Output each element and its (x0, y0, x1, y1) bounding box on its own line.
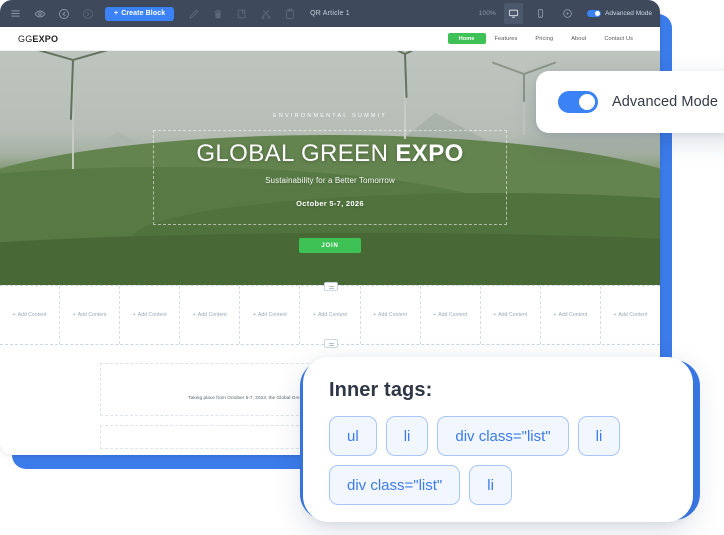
add-content-cell[interactable]: +Add Content (240, 286, 300, 344)
paste-icon[interactable] (282, 6, 297, 21)
row-resize-handle-bottom[interactable] (324, 339, 338, 348)
eye-icon[interactable] (32, 6, 47, 21)
hero-title-bold: EXPO (395, 140, 463, 167)
mobile-icon[interactable] (531, 3, 550, 24)
nav-item-about[interactable]: About (562, 33, 595, 44)
add-content-label: Add Content (619, 312, 648, 318)
plus-icon: + (373, 312, 376, 318)
advanced-mode-toggle[interactable]: Advanced Mode (587, 10, 652, 18)
advanced-mode-switch[interactable] (587, 10, 601, 18)
plus-icon: + (13, 312, 16, 318)
add-content-cell[interactable]: +Add Content (361, 286, 421, 344)
advanced-mode-callout: Advanced Mode (536, 71, 724, 133)
add-content-cell[interactable]: +Add Content (60, 286, 120, 344)
preview-icon[interactable] (558, 3, 577, 24)
nav-item-contact-us[interactable]: Contact Us (595, 33, 642, 44)
nav-item-features[interactable]: Features (486, 33, 527, 44)
plus-icon: + (433, 312, 436, 318)
menu-icon[interactable] (8, 6, 23, 21)
hero-subtitle: Sustainability for a Better Tomorrow (265, 176, 395, 185)
plus-icon: + (193, 312, 196, 318)
plus-icon: + (73, 312, 76, 318)
hero-eyebrow: ENVIRONMENTAL SUMMIT (273, 113, 387, 119)
add-content-cell[interactable]: +Add Content (481, 286, 541, 344)
inner-tags-list: ul li div class="list" li div class="lis… (329, 416, 667, 505)
row-resize-handle-top[interactable] (324, 282, 338, 291)
add-content-label: Add Content (558, 312, 587, 318)
inner-tags-title: Inner tags: (329, 379, 667, 402)
tag-chip[interactable]: li (578, 416, 621, 456)
plus-icon: + (313, 312, 316, 318)
add-content-label: Add Content (498, 312, 527, 318)
add-content-cell[interactable]: +Add Content (421, 286, 481, 344)
hero-title-light: GLOBAL GREEN (196, 140, 395, 167)
add-content-label: Add Content (78, 312, 107, 318)
advanced-mode-label: Advanced Mode (605, 10, 652, 17)
add-content-cell[interactable]: +Add Content (300, 286, 360, 344)
plus-icon: + (553, 312, 556, 318)
nav-item-home[interactable]: Home (448, 33, 486, 44)
join-button[interactable]: JOIN (299, 238, 361, 253)
undo-icon[interactable] (56, 6, 71, 21)
hero-editable-box[interactable]: GLOBAL GREEN EXPO Sustainability for a B… (153, 130, 506, 225)
site-logo[interactable]: GGEXPO (18, 34, 58, 44)
add-content-label: Add Content (138, 312, 167, 318)
add-content-cell[interactable]: +Add Content (120, 286, 180, 344)
tag-chip[interactable]: div class="list" (329, 465, 460, 505)
toolbar-left-group (8, 6, 95, 21)
nav-item-pricing[interactable]: Pricing (526, 33, 562, 44)
logo-light-part: GG (18, 34, 32, 44)
logo-bold-part: EXPO (32, 34, 58, 44)
add-content-cell[interactable]: +Add Content (180, 286, 240, 344)
add-content-cell[interactable]: +Add Content (601, 286, 660, 344)
site-header: GGEXPO Home Features Pricing About Conta… (0, 27, 660, 51)
zoom-level-label[interactable]: 100% (479, 10, 496, 17)
add-content-label: Add Content (378, 312, 407, 318)
redo-icon[interactable] (80, 6, 95, 21)
plus-icon: + (133, 312, 136, 318)
cut-icon[interactable] (258, 6, 273, 21)
copy-icon[interactable] (234, 6, 249, 21)
advanced-mode-callout-switch[interactable] (558, 91, 598, 113)
desktop-icon[interactable] (504, 3, 523, 24)
tag-chip[interactable]: ul (329, 416, 377, 456)
pencil-icon[interactable] (186, 6, 201, 21)
add-content-label: Add Content (198, 312, 227, 318)
tag-chip[interactable]: div class="list" (437, 416, 568, 456)
tag-chip[interactable]: li (386, 416, 429, 456)
trash-icon[interactable] (210, 6, 225, 21)
create-block-button[interactable]: + Create Block (105, 7, 174, 21)
add-content-cell[interactable]: +Add Content (541, 286, 601, 344)
plus-icon: + (253, 312, 256, 318)
editor-toolbar: + Create Block QR Article 1 100% (0, 0, 660, 27)
inner-tags-callout: Inner tags: ul li div class="list" li di… (303, 357, 693, 522)
toolbar-tools-group (186, 6, 297, 21)
add-content-label: Add Content (438, 312, 467, 318)
create-block-plus-icon: + (114, 10, 118, 17)
site-nav: Home Features Pricing About Contact Us (448, 33, 642, 44)
create-block-label: Create Block (121, 10, 165, 17)
tag-chip[interactable]: li (469, 465, 512, 505)
toolbar-right-group: 100% Advanced Mode (479, 3, 652, 24)
hero-date: October 5-7, 2026 (296, 199, 364, 208)
add-content-label: Add Content (18, 312, 47, 318)
add-content-grid-row: +Add Content +Add Content +Add Content +… (0, 285, 660, 345)
add-content-label: Add Content (318, 312, 347, 318)
add-content-cell[interactable]: +Add Content (0, 286, 60, 344)
advanced-mode-callout-label: Advanced Mode (612, 94, 718, 110)
plus-icon: + (614, 312, 617, 318)
plus-icon: + (493, 312, 496, 318)
add-content-label: Add Content (258, 312, 287, 318)
hero-title: GLOBAL GREEN EXPO (196, 141, 463, 166)
